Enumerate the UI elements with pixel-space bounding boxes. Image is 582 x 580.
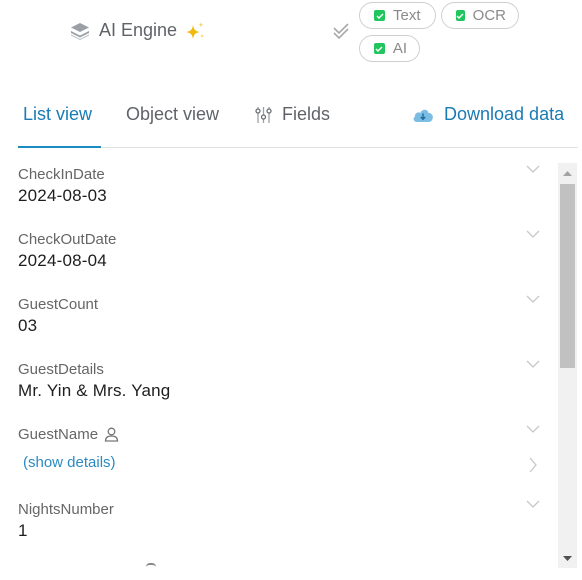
- scroll-down-arrow-icon[interactable]: [558, 548, 577, 568]
- ai-engine-label: AI Engine: [99, 20, 178, 40]
- scroll-up-arrow-icon[interactable]: [558, 163, 577, 183]
- tab-label: Object view: [126, 104, 220, 124]
- scrollbar-thumb[interactable]: [560, 184, 575, 368]
- checkbox-checked-icon: [456, 10, 465, 21]
- chip-label: OCR: [472, 7, 506, 24]
- sparkle-icon: [186, 21, 205, 39]
- tabs-divider: [18, 147, 578, 148]
- field-name-row: GuestName: [18, 424, 548, 444]
- checkbox-checked-icon: [374, 43, 385, 54]
- active-tab-indicator: [18, 146, 101, 148]
- field-item: NightsNumber 1: [18, 499, 548, 541]
- field-name: GuestName: [18, 425, 99, 443]
- partially-visible-icon: [146, 563, 156, 567]
- field-value: Mr. Yin & Mrs. Yang: [18, 381, 171, 400]
- field-name: GuestDetails: [18, 360, 104, 378]
- field-value: 03: [18, 316, 38, 335]
- chip-label: AI: [392, 40, 407, 57]
- download-data-button[interactable]: Download data: [412, 104, 564, 125]
- field-name: CheckInDate: [18, 165, 105, 183]
- checkbox-checked-icon: [374, 10, 385, 21]
- field-list: CheckInDate 2024-08-03 CheckOutDate 2024…: [0, 150, 556, 580]
- chevron-down-icon[interactable]: [526, 229, 540, 239]
- show-details-link[interactable]: (show details): [23, 454, 548, 471]
- field-name: CheckOutDate: [18, 230, 117, 248]
- layers-icon: [71, 22, 89, 40]
- scrollbar[interactable]: [558, 163, 577, 568]
- person-icon: [104, 427, 119, 442]
- tab-label: Fields: [282, 104, 331, 124]
- field-item: CheckInDate 2024-08-03: [18, 164, 548, 206]
- field-name: NightsNumber: [18, 500, 114, 518]
- field-item: CheckOutDate 2024-08-04: [18, 229, 548, 271]
- field-item: GuestDetails Mr. Yin & Mrs. Yang: [18, 359, 548, 401]
- chip-label: Text: [393, 7, 421, 24]
- tab-object-view[interactable]: Object view: [126, 104, 219, 125]
- chevron-right-icon[interactable]: [528, 457, 538, 473]
- field-name: GuestCount: [18, 295, 99, 313]
- view-tabs: List view Object view Fields Download da…: [0, 100, 582, 148]
- tab-fields[interactable]: Fields: [255, 104, 330, 125]
- chip-ocr[interactable]: OCR: [441, 2, 519, 29]
- cloud-download-icon: [413, 109, 433, 122]
- sliders-icon: [255, 106, 272, 123]
- tab-label: List view: [23, 104, 93, 124]
- double-check-icon[interactable]: [331, 22, 351, 40]
- ai-engine-selector[interactable]: AI Engine: [70, 20, 206, 41]
- download-label: Download data: [444, 104, 565, 124]
- chip-ai[interactable]: AI: [359, 35, 420, 62]
- field-value: 2024-08-04: [18, 251, 107, 270]
- chip-text[interactable]: Text: [359, 2, 436, 29]
- chevron-down-icon[interactable]: [526, 424, 540, 434]
- chevron-down-icon[interactable]: [526, 499, 540, 509]
- chevron-down-icon[interactable]: [526, 359, 540, 369]
- field-value: 1: [18, 521, 28, 540]
- tab-list-view[interactable]: List view: [23, 104, 92, 125]
- chevron-down-icon[interactable]: [526, 294, 540, 304]
- field-item: GuestCount 03: [18, 294, 548, 336]
- field-value: 2024-08-03: [18, 186, 107, 205]
- chevron-down-icon[interactable]: [526, 164, 540, 174]
- field-item: GuestName (show details): [18, 424, 548, 473]
